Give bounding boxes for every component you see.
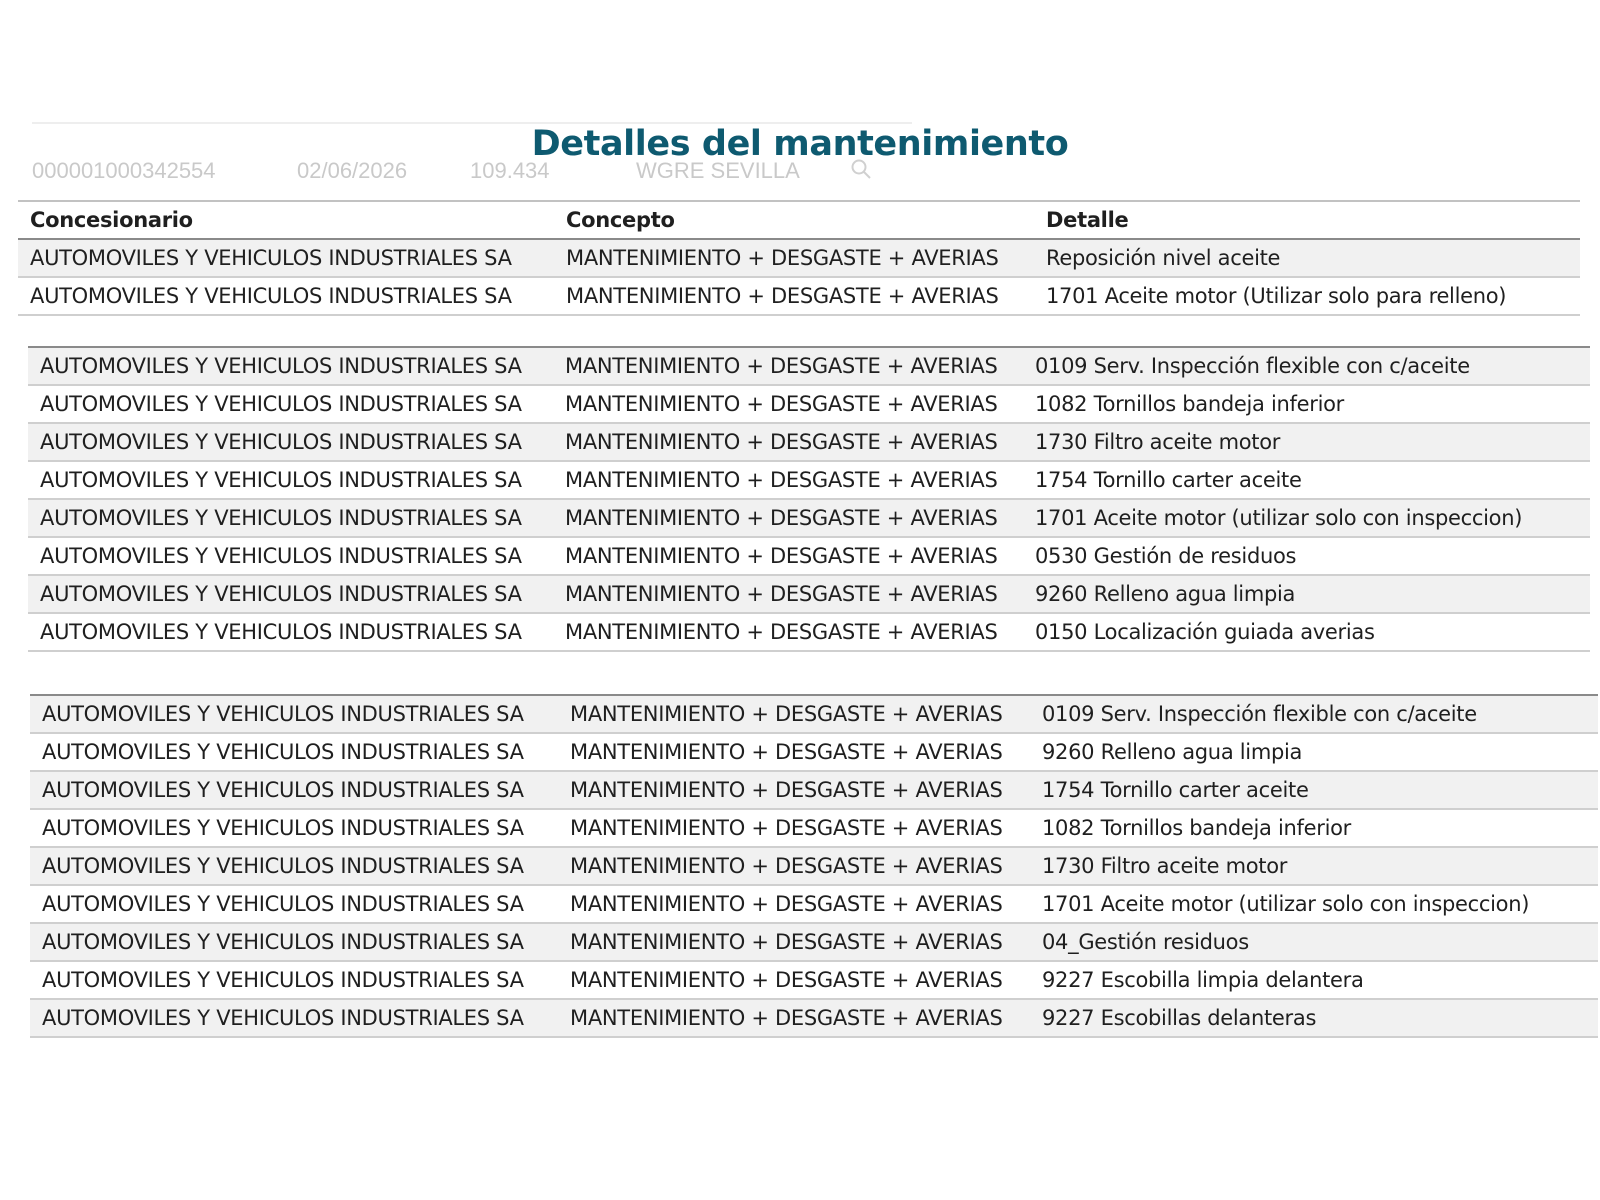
cell-concepto: MANTENIMIENTO + DESGASTE + AVERIAS (565, 430, 998, 454)
cell-concesionario: AUTOMOVILES Y VEHICULOS INDUSTRIALES SA (30, 284, 512, 308)
column-header-detalle[interactable]: Detalle (1046, 208, 1580, 232)
cell-detalle: 0109 Serv. Inspección flexible con c/ace… (1035, 354, 1470, 378)
cell-detalle: 0530 Gestión de residuos (1035, 544, 1297, 568)
cell-detalle: 1754 Tornillo carter aceite (1035, 468, 1302, 492)
cell-concepto: MANTENIMIENTO + DESGASTE + AVERIAS (570, 816, 1003, 840)
cell-concepto: MANTENIMIENTO + DESGASTE + AVERIAS (566, 246, 999, 270)
cell-concepto: MANTENIMIENTO + DESGASTE + AVERIAS (570, 702, 1003, 726)
table-row[interactable]: AUTOMOVILES Y VEHICULOS INDUSTRIALES SA … (28, 538, 1590, 576)
cell-detalle: 0150 Localización guiada averias (1035, 620, 1375, 644)
cell-concesionario: AUTOMOVILES Y VEHICULOS INDUSTRIALES SA (42, 968, 524, 992)
table-row[interactable]: AUTOMOVILES Y VEHICULOS INDUSTRIALES SA … (30, 734, 1598, 772)
table-row[interactable]: AUTOMOVILES Y VEHICULOS INDUSTRIALES SA … (28, 576, 1590, 614)
maintenance-table-block-1: Concesionario Concepto Detalle AUTOMOVIL… (18, 200, 1580, 316)
cell-concepto: MANTENIMIENTO + DESGASTE + AVERIAS (570, 892, 1003, 916)
cell-concesionario: AUTOMOVILES Y VEHICULOS INDUSTRIALES SA (40, 354, 522, 378)
cell-detalle: 1730 Filtro aceite motor (1035, 430, 1281, 454)
cell-concesionario: AUTOMOVILES Y VEHICULOS INDUSTRIALES SA (42, 778, 524, 802)
cell-concesionario: AUTOMOVILES Y VEHICULOS INDUSTRIALES SA (42, 854, 524, 878)
cell-detalle: 9227 Escobillas delanteras (1042, 1006, 1317, 1030)
column-header-concesionario[interactable]: Concesionario (18, 208, 566, 232)
cell-concepto: MANTENIMIENTO + DESGASTE + AVERIAS (570, 1006, 1003, 1030)
table-header-row: Concesionario Concepto Detalle (18, 202, 1580, 240)
maintenance-table-block-2: AUTOMOVILES Y VEHICULOS INDUSTRIALES SA … (28, 346, 1590, 652)
cell-detalle: 1754 Tornillo carter aceite (1042, 778, 1309, 802)
table-row[interactable]: AUTOMOVILES Y VEHICULOS INDUSTRIALES SA … (30, 696, 1598, 734)
cell-concesionario: AUTOMOVILES Y VEHICULOS INDUSTRIALES SA (42, 740, 524, 764)
table-row[interactable]: AUTOMOVILES Y VEHICULOS INDUSTRIALES SA … (28, 348, 1590, 386)
cell-concesionario: AUTOMOVILES Y VEHICULOS INDUSTRIALES SA (40, 506, 522, 530)
cell-concesionario: AUTOMOVILES Y VEHICULOS INDUSTRIALES SA (40, 620, 522, 644)
cell-concepto: MANTENIMIENTO + DESGASTE + AVERIAS (570, 930, 1003, 954)
cell-detalle: Reposición nivel aceite (1046, 246, 1281, 270)
cell-concepto: MANTENIMIENTO + DESGASTE + AVERIAS (570, 968, 1003, 992)
cell-concesionario: AUTOMOVILES Y VEHICULOS INDUSTRIALES SA (40, 468, 522, 492)
cell-detalle: 1701 Aceite motor (utilizar solo con ins… (1035, 506, 1523, 530)
cell-concesionario: AUTOMOVILES Y VEHICULOS INDUSTRIALES SA (40, 544, 522, 568)
table-row[interactable]: AUTOMOVILES Y VEHICULOS INDUSTRIALES SA … (28, 462, 1590, 500)
table-row[interactable]: AUTOMOVILES Y VEHICULOS INDUSTRIALES SA … (30, 886, 1598, 924)
cell-concesionario: AUTOMOVILES Y VEHICULOS INDUSTRIALES SA (42, 930, 524, 954)
cell-concesionario: AUTOMOVILES Y VEHICULOS INDUSTRIALES SA (30, 246, 512, 270)
cell-concepto: MANTENIMIENTO + DESGASTE + AVERIAS (565, 544, 998, 568)
cell-concepto: MANTENIMIENTO + DESGASTE + AVERIAS (565, 582, 998, 606)
cell-concepto: MANTENIMIENTO + DESGASTE + AVERIAS (570, 778, 1003, 802)
column-header-concepto[interactable]: Concepto (566, 208, 1046, 232)
cell-concepto: MANTENIMIENTO + DESGASTE + AVERIAS (565, 354, 998, 378)
cell-concesionario: AUTOMOVILES Y VEHICULOS INDUSTRIALES SA (42, 816, 524, 840)
cell-concepto: MANTENIMIENTO + DESGASTE + AVERIAS (565, 392, 998, 416)
cell-detalle: 9227 Escobilla limpia delantera (1042, 968, 1364, 992)
cell-concesionario: AUTOMOVILES Y VEHICULOS INDUSTRIALES SA (42, 702, 524, 726)
cell-concesionario: AUTOMOVILES Y VEHICULOS INDUSTRIALES SA (42, 892, 524, 916)
cell-concepto: MANTENIMIENTO + DESGASTE + AVERIAS (566, 284, 999, 308)
cell-concepto: MANTENIMIENTO + DESGASTE + AVERIAS (565, 506, 998, 530)
cell-detalle: 1082 Tornillos bandeja inferior (1035, 392, 1345, 416)
cell-concepto: MANTENIMIENTO + DESGASTE + AVERIAS (565, 468, 998, 492)
table-row[interactable]: AUTOMOVILES Y VEHICULOS INDUSTRIALES SA … (30, 1000, 1598, 1038)
table-row[interactable]: AUTOMOVILES Y VEHICULOS INDUSTRIALES SA … (18, 240, 1580, 278)
cell-concepto: MANTENIMIENTO + DESGASTE + AVERIAS (570, 740, 1003, 764)
cell-detalle: 9260 Relleno agua limpia (1035, 582, 1296, 606)
table-row[interactable]: AUTOMOVILES Y VEHICULOS INDUSTRIALES SA … (30, 810, 1598, 848)
cell-detalle: 9260 Relleno agua limpia (1042, 740, 1303, 764)
table-row[interactable]: AUTOMOVILES Y VEHICULOS INDUSTRIALES SA … (30, 924, 1598, 962)
cell-detalle: 1701 Aceite motor (utilizar solo con ins… (1042, 892, 1530, 916)
cell-concepto: MANTENIMIENTO + DESGASTE + AVERIAS (570, 854, 1003, 878)
table-row[interactable]: AUTOMOVILES Y VEHICULOS INDUSTRIALES SA … (28, 424, 1590, 462)
cell-concesionario: AUTOMOVILES Y VEHICULOS INDUSTRIALES SA (40, 392, 522, 416)
table-row[interactable]: AUTOMOVILES Y VEHICULOS INDUSTRIALES SA … (28, 386, 1590, 424)
cell-detalle: 0109 Serv. Inspección flexible con c/ace… (1042, 702, 1477, 726)
table-row[interactable]: AUTOMOVILES Y VEHICULOS INDUSTRIALES SA … (28, 500, 1590, 538)
table-row[interactable]: AUTOMOVILES Y VEHICULOS INDUSTRIALES SA … (30, 848, 1598, 886)
table-row[interactable]: AUTOMOVILES Y VEHICULOS INDUSTRIALES SA … (18, 278, 1580, 316)
cell-detalle: 1082 Tornillos bandeja inferior (1042, 816, 1352, 840)
cell-concepto: MANTENIMIENTO + DESGASTE + AVERIAS (565, 620, 998, 644)
cell-concesionario: AUTOMOVILES Y VEHICULOS INDUSTRIALES SA (40, 582, 522, 606)
cell-concesionario: AUTOMOVILES Y VEHICULOS INDUSTRIALES SA (42, 1006, 524, 1030)
table-row[interactable]: AUTOMOVILES Y VEHICULOS INDUSTRIALES SA … (30, 772, 1598, 810)
page-title: Detalles del mantenimiento (531, 124, 1069, 164)
table-row[interactable]: AUTOMOVILES Y VEHICULOS INDUSTRIALES SA … (28, 614, 1590, 652)
cell-detalle: 1701 Aceite motor (Utilizar solo para re… (1046, 284, 1507, 308)
table-row[interactable]: AUTOMOVILES Y VEHICULOS INDUSTRIALES SA … (30, 962, 1598, 1000)
cell-detalle: 04_Gestión residuos (1042, 930, 1249, 954)
cell-detalle: 1730 Filtro aceite motor (1042, 854, 1288, 878)
maintenance-table-block-3: AUTOMOVILES Y VEHICULOS INDUSTRIALES SA … (30, 694, 1598, 1038)
cell-concesionario: AUTOMOVILES Y VEHICULOS INDUSTRIALES SA (40, 430, 522, 454)
